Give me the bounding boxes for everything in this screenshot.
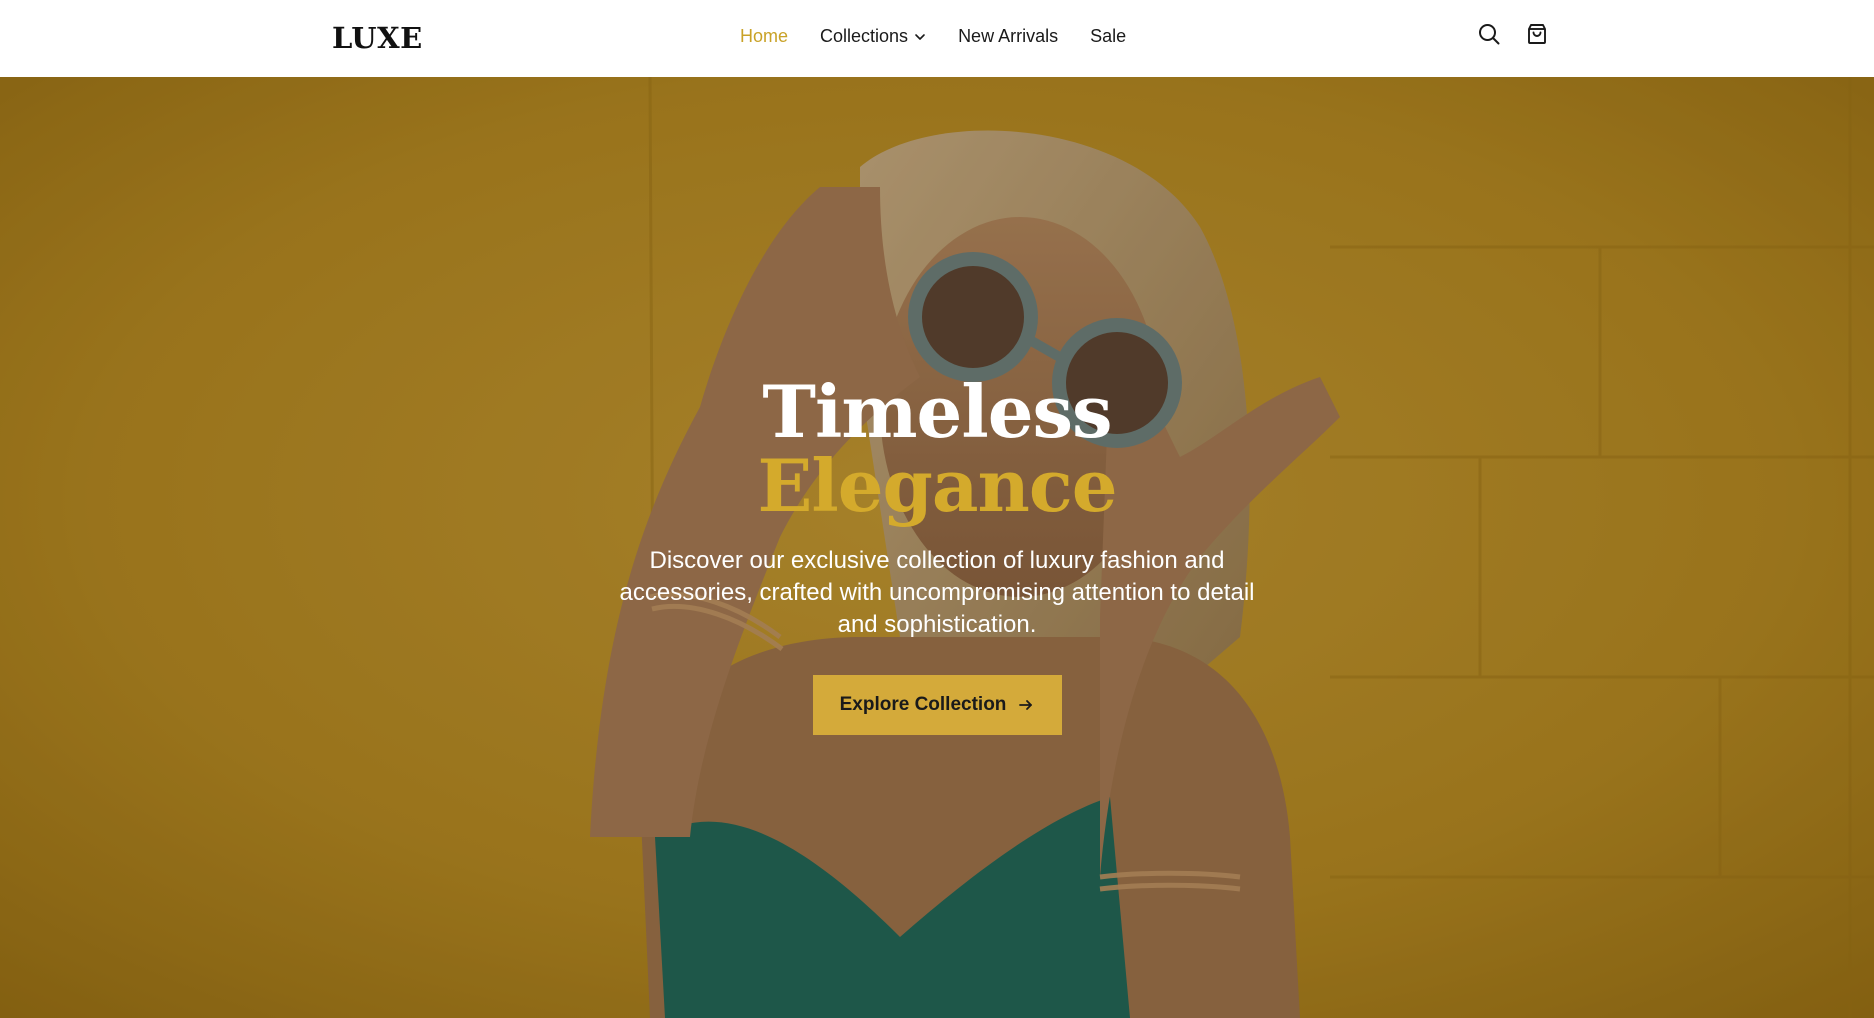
search-icon[interactable] [1477,22,1501,51]
nav-item-label: New Arrivals [958,26,1059,46]
arrow-right-icon [1018,697,1034,713]
nav-item-new-arrivals[interactable]: New Arrivals [958,26,1058,47]
hero-subtitle: Discover our exclusive collection of lux… [619,547,1255,638]
cta-label: Explore Collection [839,694,1007,715]
hero-content: Timeless Elegance Discover our exclusive… [0,375,1874,735]
logo[interactable]: LUXE [332,18,423,58]
nav-item-label: Home [740,26,789,46]
chevron-down-icon [914,31,926,43]
nav-item-label: Collections [820,26,909,46]
header-actions [1477,0,1549,73]
nav-item-label: Sale [1090,26,1127,46]
hero-title-line2: Elegance [757,443,1117,528]
hero-title-line1: Timeless [762,369,1112,454]
shopping-bag-icon[interactable] [1525,22,1549,51]
hero-section: Timeless Elegance Discover our exclusive… [0,77,1874,1018]
nav-item-collections[interactable]: Collections [820,26,926,47]
nav-item-home[interactable]: Home [740,26,788,47]
explore-collection-button[interactable]: Explore Collection [812,675,1062,735]
hero-title: Timeless Elegance [0,375,1874,523]
nav-item-sale[interactable]: Sale [1090,26,1126,47]
site-header: LUXE Home Collections New Arrivals Sale [0,0,1874,77]
main-nav: Home Collections New Arrivals Sale [740,0,1126,73]
